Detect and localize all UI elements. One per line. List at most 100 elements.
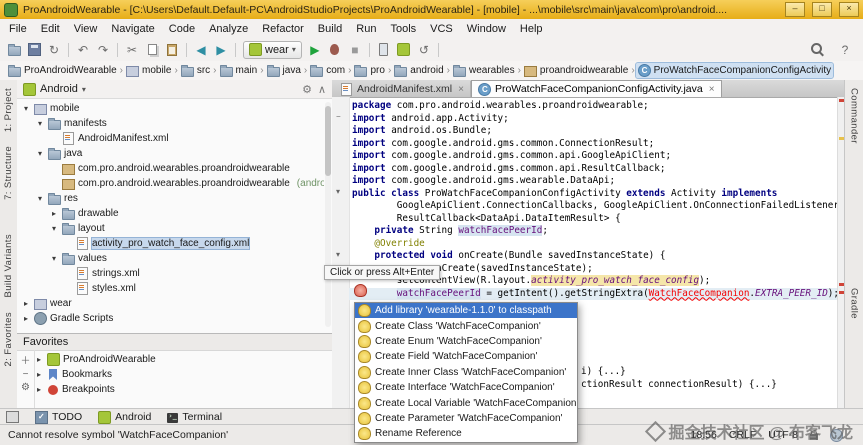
tree-item[interactable]: ▾ manifests xyxy=(17,116,324,131)
tool-window-button[interactable]: Build Variants xyxy=(3,234,14,298)
tool-window-switcher-icon[interactable] xyxy=(6,411,19,423)
tree-item[interactable]: ▾ java xyxy=(17,146,324,161)
chevron-down-icon[interactable]: ▾ xyxy=(35,119,45,128)
tool-window-button[interactable]: Gradle xyxy=(849,288,860,319)
sync-icon[interactable]: ↻ xyxy=(44,41,64,59)
breadcrumb-item[interactable]: ProAndroidWearable xyxy=(6,63,119,78)
tool-window-button-android[interactable]: Android xyxy=(98,410,151,424)
debug-icon[interactable] xyxy=(325,41,345,59)
chevron-right-icon[interactable]: ▸ xyxy=(34,385,44,394)
run-config-combo[interactable]: wear ▾ xyxy=(243,40,302,59)
code-line[interactable]: private String watchFacePeerId; xyxy=(349,225,838,238)
code-line[interactable]: import android.os.Bundle; xyxy=(349,125,838,138)
folded-code-fragment[interactable]: i) {...} xyxy=(581,366,626,379)
chevron-down-icon[interactable]: ▾ xyxy=(35,194,45,203)
breadcrumb-item[interactable]: com xyxy=(308,63,347,78)
tree-item[interactable]: com.pro.android.wearables.proandroidwear… xyxy=(17,161,324,176)
tree-item[interactable]: ▸ Gradle Scripts xyxy=(17,311,324,326)
breadcrumb-item[interactable]: wearables xyxy=(451,63,517,78)
chevron-down-icon[interactable]: ▾ xyxy=(49,224,59,233)
tool-window-button-todo[interactable]: TODO xyxy=(35,410,82,424)
breadcrumb-item[interactable]: pro xyxy=(352,63,386,78)
cut-icon[interactable]: ✂ xyxy=(122,41,142,59)
menu-run[interactable]: Run xyxy=(349,21,383,37)
chevron-down-icon[interactable]: ▾ xyxy=(35,149,45,158)
back-icon[interactable]: ◀ xyxy=(191,41,211,59)
help-icon[interactable]: ? xyxy=(835,41,855,59)
code-line[interactable]: import com.google.android.gms.wearable.D… xyxy=(349,175,838,188)
fold-marker-icon[interactable]: − xyxy=(336,112,341,121)
tree-item[interactable]: ▾ values xyxy=(17,251,324,266)
intention-action-item[interactable]: Create Parameter 'WatchFaceCompanion' xyxy=(355,411,577,426)
favorites-settings-icon[interactable]: ⚙ xyxy=(21,382,30,393)
sdk-manager-icon[interactable] xyxy=(394,41,414,59)
line-separator[interactable]: CRLF xyxy=(729,429,756,441)
chevron-down-icon[interactable]: ▾ xyxy=(49,254,59,263)
open-file-icon[interactable] xyxy=(4,41,24,59)
collapse-all-icon[interactable]: ∧ xyxy=(318,83,326,96)
breadcrumb-item[interactable]: proandroidwearable xyxy=(522,63,630,78)
intention-action-item[interactable]: Create Interface 'WatchFaceCompanion' xyxy=(355,380,577,395)
tool-window-button-terminal[interactable]: Terminal xyxy=(167,411,222,423)
tree-item[interactable]: ▸ drawable xyxy=(17,206,324,221)
project-view-selector[interactable]: Android xyxy=(40,83,78,95)
menu-navigate[interactable]: Navigate xyxy=(104,21,161,37)
favorites-item[interactable]: ▸ Breakpoints xyxy=(34,382,332,397)
fold-marker-icon[interactable]: ▾ xyxy=(336,250,340,259)
tree-item[interactable]: ▸ wear xyxy=(17,296,324,311)
code-line[interactable]: package com.pro.android.wearables.proand… xyxy=(349,100,838,113)
intention-action-item[interactable]: Create Inner Class 'WatchFaceCompanion' xyxy=(355,365,577,380)
code-line[interactable]: import android.app.Activity; xyxy=(349,113,838,126)
breadcrumb-item[interactable]: android xyxy=(392,63,445,78)
editor-tab[interactable]: ProWatchFaceCompanionConfigActivity.java… xyxy=(470,80,722,97)
breadcrumb-item[interactable]: ProWatchFaceCompanionConfigActivity xyxy=(634,62,835,79)
fold-marker-icon[interactable]: ▾ xyxy=(336,187,340,196)
remove-favorite-icon[interactable]: − xyxy=(23,369,29,380)
code-line[interactable]: import com.google.android.gms.common.api… xyxy=(349,150,838,163)
menu-build[interactable]: Build xyxy=(311,21,349,37)
tree-item[interactable]: ▾ layout xyxy=(17,221,324,236)
gradle-sync-icon[interactable]: ↺ xyxy=(414,41,434,59)
menu-analyze[interactable]: Analyze xyxy=(202,21,255,37)
stop-icon[interactable]: ■ xyxy=(345,41,365,59)
code-line[interactable]: import com.google.android.gms.common.Con… xyxy=(349,138,838,151)
maximize-button[interactable]: □ xyxy=(812,2,832,17)
tool-window-button[interactable]: 1: Project xyxy=(3,88,14,132)
intention-action-item[interactable]: Rename Reference xyxy=(355,426,577,441)
menu-tools[interactable]: Tools xyxy=(383,21,423,37)
tool-window-button[interactable]: Commander xyxy=(849,88,860,144)
breadcrumb-item[interactable]: main xyxy=(218,63,260,78)
intention-action-item[interactable]: Create Field 'WatchFaceCompanion' xyxy=(355,349,577,364)
chevron-right-icon[interactable]: ▸ xyxy=(21,299,31,308)
tree-item[interactable]: strings.xml xyxy=(17,266,324,281)
menu-help[interactable]: Help xyxy=(513,21,550,37)
code-line[interactable]: import com.google.android.gms.common.api… xyxy=(349,163,838,176)
intention-action-item[interactable]: Add library 'wearable-1.1.0' to classpat… xyxy=(355,303,577,319)
tool-window-button[interactable]: 2: Favorites xyxy=(3,312,14,366)
tree-item[interactable]: ▾ res xyxy=(17,191,324,206)
close-tab-icon[interactable]: × xyxy=(709,84,715,95)
breadcrumb-item[interactable]: java xyxy=(265,63,303,78)
inspection-profile-icon[interactable] xyxy=(830,428,843,442)
folded-code-fragment[interactable]: ctionResult connectionResult) {...} xyxy=(581,379,777,392)
breadcrumb-item[interactable]: src xyxy=(179,63,212,78)
breadcrumb-item[interactable]: mobile xyxy=(124,63,173,78)
tree-item[interactable]: styles.xml xyxy=(17,281,324,296)
favorites-item[interactable]: ▸ ProAndroidWearable xyxy=(34,352,332,367)
tool-window-button[interactable]: 7: Structure xyxy=(3,146,14,200)
close-tab-icon[interactable]: × xyxy=(458,84,464,95)
save-all-icon[interactable] xyxy=(24,41,44,59)
paste-icon[interactable] xyxy=(162,41,182,59)
intention-action-item[interactable]: Create Local Variable 'WatchFaceCompanio… xyxy=(355,395,577,410)
caret-position[interactable]: 18:56 xyxy=(691,429,717,441)
favorites-item[interactable]: ▸ Bookmarks xyxy=(34,367,332,382)
settings-gear-icon[interactable]: ⚙ xyxy=(302,83,312,96)
error-lightbulb-icon[interactable] xyxy=(354,284,367,297)
chevron-right-icon[interactable]: ▸ xyxy=(49,209,59,218)
menu-view[interactable]: View xyxy=(67,21,105,37)
editor-tab[interactable]: AndroidManifest.xml × xyxy=(334,81,471,97)
intention-action-item[interactable]: Create Class 'WatchFaceCompanion' xyxy=(355,318,577,333)
code-line[interactable]: GoogleApiClient.ConnectionCallbacks, Goo… xyxy=(349,200,845,213)
tree-item[interactable]: AndroidManifest.xml xyxy=(17,131,324,146)
code-line[interactable]: protected void onCreate(Bundle savedInst… xyxy=(349,250,838,263)
